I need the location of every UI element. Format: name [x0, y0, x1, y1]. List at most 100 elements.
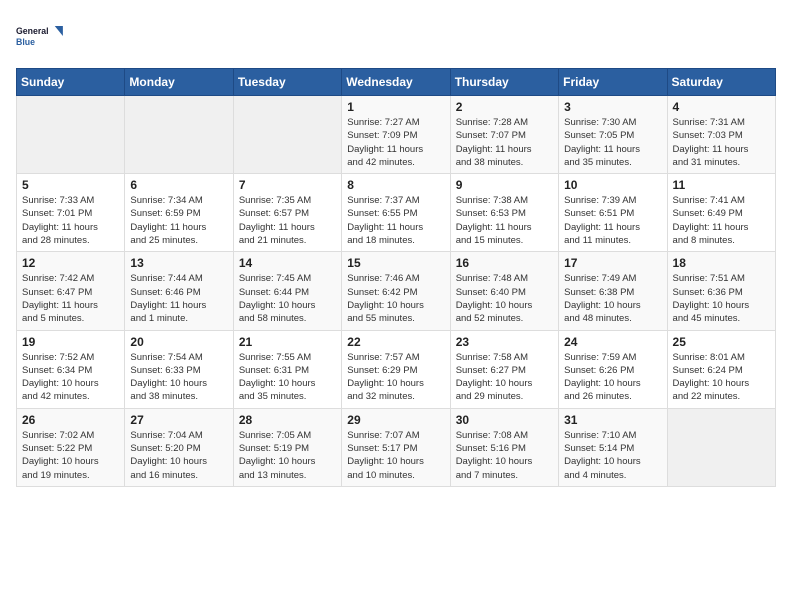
calendar-cell: 7Sunrise: 7:35 AM Sunset: 6:57 PM Daylig…: [233, 174, 341, 252]
weekday-header-row: SundayMondayTuesdayWednesdayThursdayFrid…: [17, 69, 776, 96]
logo-svg: General Blue: [16, 16, 66, 56]
weekday-header-monday: Monday: [125, 69, 233, 96]
day-info: Sunrise: 7:31 AM Sunset: 7:03 PM Dayligh…: [673, 116, 770, 169]
calendar-cell: 22Sunrise: 7:57 AM Sunset: 6:29 PM Dayli…: [342, 330, 450, 408]
day-number: 31: [564, 413, 661, 427]
calendar-cell: 16 Sunrise: 7:48 AM Sunset: 6:40 PM Dayli…: [450, 252, 558, 330]
calendar-cell: 31 Sunrise: 7:10 AM Sunset: 5:14 PM Dayli…: [559, 408, 667, 486]
day-info: Sunrise: 7:07 AM Sunset: 5:17 PM Dayligh…: [347, 429, 444, 482]
day-number: 21: [239, 335, 336, 349]
day-info: Sunrise: 7:33 AM Sunset: 7:01 PM Dayligh…: [22, 194, 119, 247]
weekday-header-friday: Friday: [559, 69, 667, 96]
day-number: 28: [239, 413, 336, 427]
week-row-1: 1 Sunrise: 7:27 AM Sunset: 7:09 PM Daylig…: [17, 96, 776, 174]
day-number: 5: [22, 178, 119, 192]
calendar-cell: [17, 96, 125, 174]
day-number: 8: [347, 178, 444, 192]
day-info: Sunrise: 7:08 AM Sunset: 5:16 PM Dayligh…: [456, 429, 553, 482]
calendar-cell: 30 Sunrise: 7:08 AM Sunset: 5:16 PM Dayli…: [450, 408, 558, 486]
day-number: 11: [673, 178, 770, 192]
calendar-cell: 25 Sunrise: 8:01 AM Sunset: 6:24 PM Dayli…: [667, 330, 775, 408]
day-number: 30: [456, 413, 553, 427]
day-number: 14: [239, 256, 336, 270]
day-number: 2: [456, 100, 553, 114]
calendar-cell: 26Sunrise: 7:02 AM Sunset: 5:22 PM Dayli…: [17, 408, 125, 486]
day-info: Sunrise: 7:45 AM Sunset: 6:44 PM Dayligh…: [239, 272, 336, 325]
day-number: 12: [22, 256, 119, 270]
day-info: Sunrise: 7:42 AM Sunset: 6:47 PM Dayligh…: [22, 272, 119, 325]
calendar-cell: 13Sunrise: 7:44 AM Sunset: 6:46 PM Dayli…: [125, 252, 233, 330]
day-info: Sunrise: 7:34 AM Sunset: 6:59 PM Dayligh…: [130, 194, 227, 247]
svg-text:Blue: Blue: [16, 37, 35, 47]
day-number: 25: [673, 335, 770, 349]
calendar-cell: 21 Sunrise: 7:55 AM Sunset: 6:31 PM Dayli…: [233, 330, 341, 408]
weekday-header-thursday: Thursday: [450, 69, 558, 96]
calendar-cell: 2 Sunrise: 7:28 AM Sunset: 7:07 PM Daylig…: [450, 96, 558, 174]
calendar-cell: 29Sunrise: 7:07 AM Sunset: 5:17 PM Dayli…: [342, 408, 450, 486]
day-info: Sunrise: 7:48 AM Sunset: 6:40 PM Dayligh…: [456, 272, 553, 325]
calendar-cell: 12 Sunrise: 7:42 AM Sunset: 6:47 PM Dayli…: [17, 252, 125, 330]
day-info: Sunrise: 7:58 AM Sunset: 6:27 PM Dayligh…: [456, 351, 553, 404]
day-number: 6: [130, 178, 227, 192]
calendar-cell: 1 Sunrise: 7:27 AM Sunset: 7:09 PM Daylig…: [342, 96, 450, 174]
day-info: Sunrise: 7:38 AM Sunset: 6:53 PM Dayligh…: [456, 194, 553, 247]
day-info: Sunrise: 7:39 AM Sunset: 6:51 PM Dayligh…: [564, 194, 661, 247]
calendar-cell: 3 Sunrise: 7:30 AM Sunset: 7:05 PM Daylig…: [559, 96, 667, 174]
day-info: Sunrise: 7:55 AM Sunset: 6:31 PM Dayligh…: [239, 351, 336, 404]
calendar-cell: 20Sunrise: 7:54 AM Sunset: 6:33 PM Dayli…: [125, 330, 233, 408]
calendar-cell: 6 Sunrise: 7:34 AM Sunset: 6:59 PM Daylig…: [125, 174, 233, 252]
calendar-cell: [667, 408, 775, 486]
day-number: 17: [564, 256, 661, 270]
calendar-cell: 19Sunrise: 7:52 AM Sunset: 6:34 PM Dayli…: [17, 330, 125, 408]
calendar-table: SundayMondayTuesdayWednesdayThursdayFrid…: [16, 68, 776, 487]
day-info: Sunrise: 8:01 AM Sunset: 6:24 PM Dayligh…: [673, 351, 770, 404]
day-info: Sunrise: 7:10 AM Sunset: 5:14 PM Dayligh…: [564, 429, 661, 482]
weekday-header-tuesday: Tuesday: [233, 69, 341, 96]
day-info: Sunrise: 7:44 AM Sunset: 6:46 PM Dayligh…: [130, 272, 227, 325]
week-row-2: 5 Sunrise: 7:33 AM Sunset: 7:01 PM Daylig…: [17, 174, 776, 252]
day-info: Sunrise: 7:52 AM Sunset: 6:34 PM Dayligh…: [22, 351, 119, 404]
calendar-cell: 10 Sunrise: 7:39 AM Sunset: 6:51 PM Dayli…: [559, 174, 667, 252]
calendar-cell: 11 Sunrise: 7:41 AM Sunset: 6:49 PM Dayli…: [667, 174, 775, 252]
day-info: Sunrise: 7:57 AM Sunset: 6:29 PM Dayligh…: [347, 351, 444, 404]
day-info: Sunrise: 7:35 AM Sunset: 6:57 PM Dayligh…: [239, 194, 336, 247]
svg-text:General: General: [16, 26, 49, 36]
calendar-cell: 27 Sunrise: 7:04 AM Sunset: 5:20 PM Dayli…: [125, 408, 233, 486]
day-number: 1: [347, 100, 444, 114]
day-number: 4: [673, 100, 770, 114]
calendar-cell: 28Sunrise: 7:05 AM Sunset: 5:19 PM Dayli…: [233, 408, 341, 486]
day-number: 27: [130, 413, 227, 427]
day-info: Sunrise: 7:37 AM Sunset: 6:55 PM Dayligh…: [347, 194, 444, 247]
day-info: Sunrise: 7:27 AM Sunset: 7:09 PM Dayligh…: [347, 116, 444, 169]
calendar-cell: 23 Sunrise: 7:58 AM Sunset: 6:27 PM Dayli…: [450, 330, 558, 408]
day-info: Sunrise: 7:02 AM Sunset: 5:22 PM Dayligh…: [22, 429, 119, 482]
calendar-cell: 18 Sunrise: 7:51 AM Sunset: 6:36 PM Dayli…: [667, 252, 775, 330]
calendar-cell: 17 Sunrise: 7:49 AM Sunset: 6:38 PM Dayli…: [559, 252, 667, 330]
day-info: Sunrise: 7:49 AM Sunset: 6:38 PM Dayligh…: [564, 272, 661, 325]
day-number: 18: [673, 256, 770, 270]
day-info: Sunrise: 7:59 AM Sunset: 6:26 PM Dayligh…: [564, 351, 661, 404]
day-info: Sunrise: 7:51 AM Sunset: 6:36 PM Dayligh…: [673, 272, 770, 325]
day-info: Sunrise: 7:30 AM Sunset: 7:05 PM Dayligh…: [564, 116, 661, 169]
calendar-cell: 5 Sunrise: 7:33 AM Sunset: 7:01 PM Daylig…: [17, 174, 125, 252]
day-number: 23: [456, 335, 553, 349]
day-info: Sunrise: 7:41 AM Sunset: 6:49 PM Dayligh…: [673, 194, 770, 247]
week-row-4: 19Sunrise: 7:52 AM Sunset: 6:34 PM Dayli…: [17, 330, 776, 408]
calendar-cell: [125, 96, 233, 174]
day-info: Sunrise: 7:04 AM Sunset: 5:20 PM Dayligh…: [130, 429, 227, 482]
logo: General Blue: [16, 16, 66, 56]
calendar-cell: 4 Sunrise: 7:31 AM Sunset: 7:03 PM Daylig…: [667, 96, 775, 174]
calendar-cell: 14 Sunrise: 7:45 AM Sunset: 6:44 PM Dayli…: [233, 252, 341, 330]
day-info: Sunrise: 7:28 AM Sunset: 7:07 PM Dayligh…: [456, 116, 553, 169]
calendar-cell: 15Sunrise: 7:46 AM Sunset: 6:42 PM Dayli…: [342, 252, 450, 330]
day-number: 3: [564, 100, 661, 114]
day-number: 24: [564, 335, 661, 349]
day-number: 20: [130, 335, 227, 349]
weekday-header-sunday: Sunday: [17, 69, 125, 96]
calendar-cell: 9Sunrise: 7:38 AM Sunset: 6:53 PM Daylig…: [450, 174, 558, 252]
calendar-cell: 8 Sunrise: 7:37 AM Sunset: 6:55 PM Daylig…: [342, 174, 450, 252]
day-number: 10: [564, 178, 661, 192]
day-number: 16: [456, 256, 553, 270]
calendar-cell: 24 Sunrise: 7:59 AM Sunset: 6:26 PM Dayli…: [559, 330, 667, 408]
page-header: General Blue: [16, 16, 776, 56]
